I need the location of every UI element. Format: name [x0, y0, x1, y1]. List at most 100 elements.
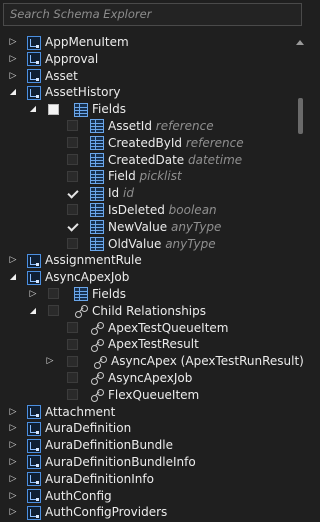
- tree-row-label: AuraDefinitionBundleInfo: [45, 454, 196, 471]
- tree-row[interactable]: ▷ AuthConfig: [0, 488, 290, 505]
- tree-row-label: Asset: [45, 68, 78, 85]
- collapsed-arrow-icon[interactable]: ▷: [44, 353, 56, 370]
- tree-row-label: AuraDefinitionBundle: [45, 437, 173, 454]
- row-checkbox[interactable]: [67, 372, 78, 384]
- tree-row-label: AuthConfigProviders: [45, 504, 167, 521]
- row-checkbox[interactable]: [67, 238, 78, 250]
- object-icon: [27, 270, 41, 285]
- row-checkbox[interactable]: [67, 355, 78, 367]
- collapsed-arrow-icon[interactable]: ▷: [7, 454, 19, 471]
- collapsed-arrow-icon[interactable]: ▷: [7, 252, 19, 269]
- tree-row[interactable]: ▷ AuraDefinition: [0, 420, 290, 437]
- vertical-scrollbar[interactable]: [295, 34, 306, 522]
- object-icon: [27, 85, 41, 100]
- tree-row[interactable]: ApexTestQueueItem: [0, 320, 290, 337]
- tree-row[interactable]: FlexQueueItem: [0, 387, 290, 404]
- tree-row[interactable]: ▷ AuraDefinitionBundleInfo: [0, 454, 290, 471]
- row-checkbox[interactable]: [67, 204, 78, 216]
- node-name: Field: [108, 169, 136, 184]
- row-checkbox[interactable]: [67, 154, 78, 166]
- expanded-arrow-icon[interactable]: ◢: [7, 84, 19, 101]
- tree-row[interactable]: ◢ AsyncApexJob: [0, 269, 290, 286]
- node-name: AuraDefinitionBundle: [45, 438, 173, 453]
- search-input[interactable]: Search Schema Explorer: [3, 3, 302, 26]
- field-grid-icon: [90, 119, 104, 134]
- row-checkbox[interactable]: [48, 103, 59, 115]
- collapsed-arrow-icon[interactable]: ▷: [7, 471, 19, 488]
- tree-row[interactable]: ▷ Asset: [0, 68, 290, 85]
- tree-row-label: CreatedDate datetime: [108, 152, 242, 169]
- tree-row[interactable]: ▷ AsyncApex (ApexTestRunResult): [0, 353, 304, 370]
- tree-row[interactable]: AssetId reference: [0, 118, 290, 135]
- tree-row[interactable]: CreatedDate datetime: [0, 152, 290, 169]
- node-name: Fields: [92, 102, 126, 117]
- tree-row[interactable]: ▷ AuraDefinitionBundle: [0, 437, 290, 454]
- tree-row[interactable]: ▷ AuraDefinitionInfo: [0, 471, 290, 488]
- tree-row[interactable]: ◢ Child Relationships: [0, 303, 290, 320]
- collapsed-arrow-icon[interactable]: ▷: [7, 504, 19, 521]
- tree-row[interactable]: ▷ Fields: [0, 286, 290, 303]
- tree-row[interactable]: ▷ Attachment: [0, 404, 290, 421]
- field-type: anyType: [165, 236, 216, 251]
- field-grid-icon: [90, 153, 104, 168]
- tree-row[interactable]: Field picklist: [0, 168, 290, 185]
- collapsed-arrow-icon[interactable]: ▷: [7, 51, 19, 68]
- row-checkbox[interactable]: [67, 120, 78, 132]
- expanded-arrow-icon[interactable]: ◢: [27, 303, 39, 320]
- object-icon: [27, 438, 41, 453]
- field-type: id: [122, 186, 134, 201]
- collapsed-arrow-icon[interactable]: ▷: [7, 68, 19, 85]
- tree-row-label: AuraDefinition: [45, 420, 131, 437]
- expanded-arrow-icon[interactable]: ◢: [27, 101, 39, 118]
- tree-row[interactable]: Id id: [0, 185, 290, 202]
- collapsed-arrow-icon[interactable]: ▷: [7, 488, 19, 505]
- row-checkbox[interactable]: [67, 137, 78, 149]
- collapsed-arrow-icon[interactable]: ▷: [7, 404, 19, 421]
- tree-row-label: AppMenuItem: [45, 34, 129, 51]
- tree-row-label: CreatedById reference: [108, 135, 244, 152]
- field-type: boolean: [168, 202, 217, 217]
- tree-row[interactable]: NewValue anyType: [0, 219, 290, 236]
- tree-row[interactable]: CreatedById reference: [0, 135, 290, 152]
- node-name: ApexTestResult: [108, 337, 199, 352]
- collapsed-arrow-icon[interactable]: ▷: [7, 420, 19, 437]
- node-name: AuraDefinitionBundleInfo: [45, 454, 196, 469]
- tree-row[interactable]: ▷ AssignmentRule: [0, 252, 290, 269]
- node-name: Asset: [45, 68, 78, 83]
- tree-row[interactable]: IsDeleted boolean: [0, 202, 290, 219]
- tree-row[interactable]: ▷ AppMenuItem: [0, 34, 290, 51]
- row-checkbox[interactable]: [67, 221, 78, 232]
- expanded-arrow-icon[interactable]: ◢: [7, 269, 19, 286]
- field-grid-icon: [90, 203, 104, 218]
- node-name: Id: [108, 186, 120, 201]
- tree-row[interactable]: ◢ AssetHistory: [0, 84, 290, 101]
- row-checkbox[interactable]: [48, 305, 59, 317]
- scroll-up-arrow-icon[interactable]: [296, 40, 304, 45]
- relationship-icon: [90, 338, 104, 352]
- node-name: AuraDefinition: [45, 421, 132, 436]
- node-name: ApexTestQueueItem: [108, 320, 229, 335]
- node-name: Fields: [92, 286, 126, 301]
- row-checkbox[interactable]: [67, 389, 78, 401]
- row-checkbox[interactable]: [48, 288, 59, 300]
- node-name: OldValue: [108, 236, 162, 251]
- row-checkbox[interactable]: [67, 322, 78, 334]
- collapsed-arrow-icon[interactable]: ▷: [7, 34, 19, 51]
- collapsed-arrow-icon[interactable]: ▷: [27, 286, 39, 303]
- node-name: FlexQueueItem: [108, 387, 200, 402]
- tree-row[interactable]: AsyncApexJob: [0, 370, 290, 387]
- field-grid-icon: [74, 102, 88, 117]
- tree-row-label: AsyncApexJob: [108, 370, 192, 387]
- tree-row[interactable]: ◢ Fields: [0, 101, 290, 118]
- node-name: IsDeleted: [108, 202, 165, 217]
- tree-row[interactable]: ApexTestResult: [0, 336, 290, 353]
- scrollbar-thumb[interactable]: [298, 98, 303, 134]
- tree-row[interactable]: ▷ AuthConfigProviders: [0, 504, 290, 521]
- row-checkbox[interactable]: [67, 170, 78, 182]
- row-checkbox[interactable]: [67, 188, 78, 199]
- row-checkbox[interactable]: [67, 338, 78, 350]
- tree-row[interactable]: ▷ Approval: [0, 51, 290, 68]
- collapsed-arrow-icon[interactable]: ▷: [7, 437, 19, 454]
- node-name: AsyncApex (ApexTestRunResult): [111, 354, 304, 369]
- tree-row[interactable]: OldValue anyType: [0, 236, 290, 253]
